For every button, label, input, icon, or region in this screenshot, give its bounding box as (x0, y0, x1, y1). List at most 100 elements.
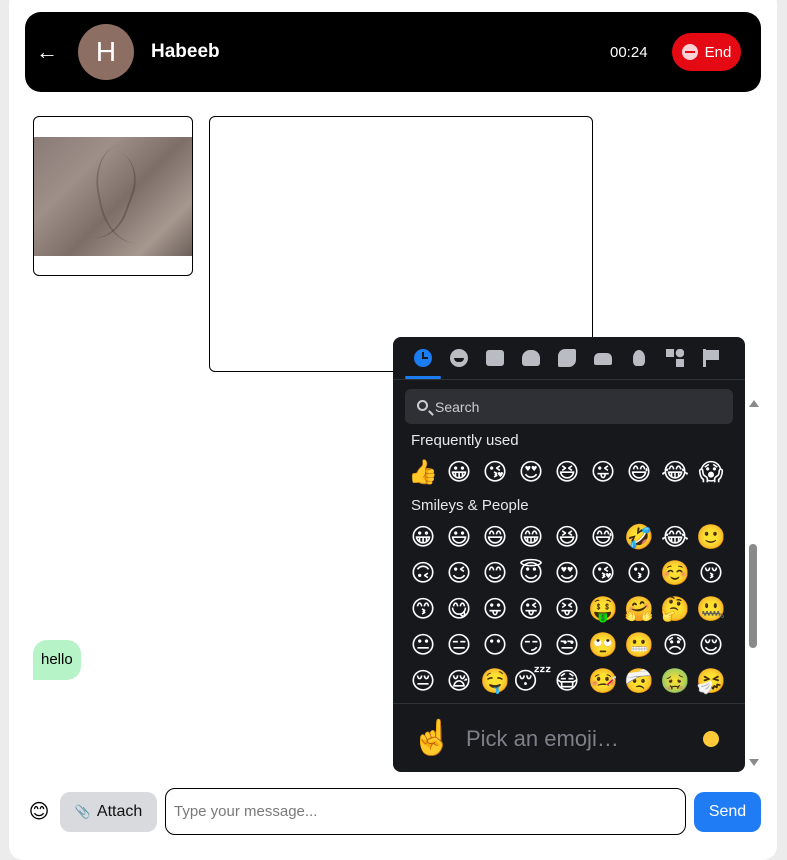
emoji-button[interactable]: 🤤 (477, 664, 513, 698)
end-call-button[interactable]: End (672, 33, 741, 71)
emoji-button[interactable]: 😷 (549, 664, 585, 698)
emoji-button[interactable]: 🤣 (621, 520, 657, 554)
scroll-up-icon[interactable] (749, 400, 759, 407)
emoji-button[interactable]: 🙃 (405, 556, 441, 590)
emoji-button[interactable]: 😪 (441, 664, 477, 698)
emoji-button[interactable]: 😇 (513, 556, 549, 590)
section-title-frequent: Frequently used (411, 432, 519, 449)
emoji-row: 😙 😋 😛 😜 😝 🤑 🤗 🤔 🤐 (405, 592, 735, 626)
emoji-search-input[interactable] (435, 389, 725, 424)
preview-text: Pick an emoji… (466, 726, 619, 751)
emoji-button[interactable]: 😗 (621, 556, 657, 590)
emoji-button[interactable]: 🤔 (657, 592, 693, 626)
section-title-smileys: Smileys & People (411, 497, 529, 514)
emoji-button[interactable]: 🤧 (693, 664, 729, 698)
avatar: H (78, 24, 134, 80)
skin-tone-selector[interactable] (703, 731, 719, 747)
emoji-button[interactable]: 😐 (405, 628, 441, 662)
emoji-button[interactable]: 😚 (693, 556, 729, 590)
emoji-row: 👍 😀 😘 😍 😆 😜 😅 😂 😱 (405, 455, 735, 489)
local-camera-frame (34, 136, 192, 256)
emoji-button[interactable]: 🤗 (621, 592, 657, 626)
attach-button[interactable]: 📎 Attach (60, 792, 157, 832)
emoji-button[interactable]: 😘 (585, 556, 621, 590)
emoji-button[interactable]: 😏 (513, 628, 549, 662)
attach-label: Attach (96, 803, 143, 820)
message-input[interactable] (165, 788, 686, 835)
emoji-button[interactable]: 😛 (477, 592, 513, 626)
emoji-button[interactable]: 😍 (549, 556, 585, 590)
emoji-button[interactable]: 😜 (513, 592, 549, 626)
emoji-button[interactable]: 😱 (693, 455, 729, 489)
emoji-button[interactable]: 😞 (657, 628, 693, 662)
objects-icon[interactable] (628, 347, 650, 369)
emoji-button[interactable]: 😜 (585, 455, 621, 489)
emoji-button[interactable]: 😁 (513, 520, 549, 554)
emoji-button[interactable]: 😂 (657, 520, 693, 554)
scroll-thumb[interactable] (749, 544, 757, 648)
emoji-button[interactable]: 🤢 (657, 664, 693, 698)
remote-video-view (209, 116, 593, 372)
emoji-button[interactable]: 😑 (441, 628, 477, 662)
smiley-icon[interactable] (448, 347, 470, 369)
minus-circle-icon (681, 44, 698, 60)
emoji-button[interactable]: 🙂 (693, 520, 729, 554)
symbols-icon[interactable] (664, 347, 686, 369)
emoji-button[interactable]: 😍 (513, 455, 549, 489)
emoji-button[interactable]: 😘 (477, 455, 513, 489)
preview-emoji: ☝️ (411, 719, 454, 757)
message-bubble: hello (33, 640, 81, 680)
emoji-button[interactable]: 👍 (405, 455, 441, 489)
clock-icon[interactable] (412, 347, 434, 369)
emoji-row: 😀 😃 😄 😁 😆 😅 🤣 😂 🙂 (405, 520, 735, 554)
contact-name: Habeeb (151, 41, 220, 62)
emoji-picker: Frequently used 👍 😀 😘 😍 😆 😜 😅 😂 😱 Smiley… (393, 337, 745, 772)
end-call-label: End (704, 43, 732, 61)
scroll-down-icon[interactable] (749, 759, 759, 766)
emoji-button[interactable]: 😙 (405, 592, 441, 626)
emoji-preview: ☝️ Pick an emoji… (393, 703, 745, 772)
emoji-button[interactable]: 😅 (585, 520, 621, 554)
send-button[interactable]: Send (694, 792, 761, 832)
emoji-button[interactable]: 😴 (513, 664, 552, 698)
travel-icon[interactable] (592, 347, 614, 369)
emoji-button[interactable]: 😀 (405, 520, 441, 554)
paperclip-icon: 📎 (74, 804, 91, 819)
emoji-button[interactable]: 😃 (441, 520, 477, 554)
emoji-button[interactable]: ☺️ (657, 556, 693, 590)
call-timer: 00:24 (610, 44, 648, 61)
call-header: ← H Habeeb 00:24 End (25, 12, 761, 92)
emoji-button[interactable]: 😔 (405, 664, 441, 698)
emoji-button[interactable]: 🤑 (585, 592, 621, 626)
back-arrow-icon[interactable]: ← (35, 36, 59, 68)
emoji-category-bar (393, 337, 745, 380)
emoji-toggle-button[interactable]: 😊 (27, 800, 51, 824)
flag-icon[interactable] (700, 347, 722, 369)
activity-icon[interactable] (556, 347, 578, 369)
emoji-button[interactable]: 😬 (621, 628, 657, 662)
emoji-button[interactable]: 🤒 (585, 664, 621, 698)
emoji-search (405, 389, 733, 424)
emoji-button[interactable]: 😄 (477, 520, 513, 554)
food-icon[interactable] (520, 347, 542, 369)
emoji-button[interactable]: 😊 (477, 556, 513, 590)
emoji-button[interactable]: 😀 (441, 455, 477, 489)
emoji-button[interactable]: 😶 (477, 628, 513, 662)
emoji-button[interactable]: 😝 (549, 592, 585, 626)
emoji-row: 🙃 😉 😊 😇 😍 😘 😗 ☺️ 😚 (405, 556, 735, 590)
emoji-button[interactable]: 😋 (441, 592, 477, 626)
emoji-button[interactable]: 😒 (549, 628, 585, 662)
emoji-button[interactable]: 😆 (549, 520, 585, 554)
emoji-button[interactable]: 😂 (657, 455, 693, 489)
emoji-button[interactable]: 😌 (693, 628, 729, 662)
emoji-button[interactable]: 😆 (549, 455, 585, 489)
emoji-button[interactable]: 🤕 (621, 664, 657, 698)
emoji-button[interactable]: 🙄 (585, 628, 621, 662)
emoji-button[interactable]: 😉 (441, 556, 477, 590)
active-category-indicator (405, 376, 441, 379)
emoji-button[interactable]: 🤐 (693, 592, 729, 626)
emoji-button[interactable]: 😅 (621, 455, 657, 489)
chat-scrollbar[interactable] (746, 396, 760, 770)
animal-icon[interactable] (484, 347, 506, 369)
search-icon (417, 400, 428, 411)
